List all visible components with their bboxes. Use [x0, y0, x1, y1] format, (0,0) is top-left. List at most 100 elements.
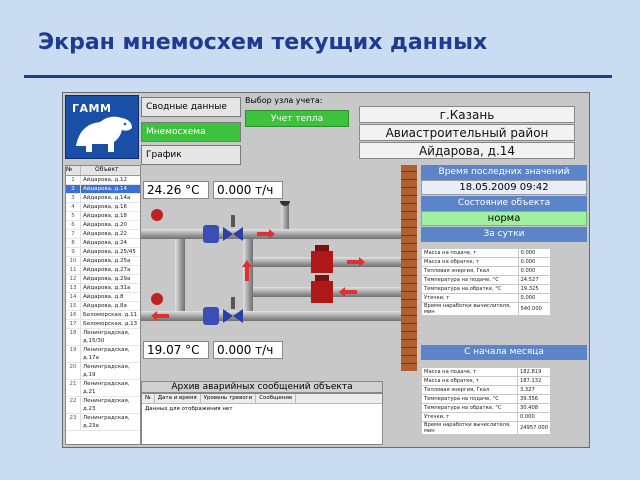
object-list-item[interactable]: 11 Айдарова, д.27а: [66, 266, 140, 275]
object-col-number: №: [66, 166, 81, 175]
value-label: Масса на обратке, т: [421, 257, 519, 267]
object-name: Айдарова, д.8: [83, 294, 124, 300]
nav-mnemonic-button[interactable]: Мнемосхема: [141, 122, 241, 142]
node-heat-button[interactable]: Учет тепла: [245, 110, 349, 127]
object-name: Айдарова, д.22: [83, 231, 128, 237]
object-number: 19: [66, 346, 81, 362]
bypass-pipe: [175, 239, 185, 311]
value-row: Утечки, т 0.000: [421, 412, 552, 422]
object-list[interactable]: № Объект 1 Айдарова, д.12 2 Айдарова, д.14 3…: [65, 165, 141, 445]
value-label: Температура на подаче, °C: [421, 394, 518, 404]
object-list-item[interactable]: 2 Айдарова, д.14: [66, 185, 140, 194]
archive-columns: № Дата и время Уровень тревоги Сообщение: [142, 394, 382, 404]
last-values-header: Время последних значений: [421, 165, 587, 180]
supply-temp-readout: 24.26 °C: [143, 181, 209, 199]
value-number: 187.132: [516, 376, 552, 386]
value-row: Тепловая энергия, Гкал 0.000: [421, 266, 551, 276]
per-month-header: С начала месяца: [421, 345, 587, 360]
object-name: Ленинградская, д.15/30: [83, 330, 130, 344]
object-name: Айдарова, д.14: [83, 186, 128, 192]
object-number: 12: [66, 275, 81, 283]
nav-summary-button[interactable]: Сводные данные: [141, 97, 241, 117]
value-row: Тепловая энергия, Гкал 3.327: [421, 385, 552, 395]
object-number: 8: [66, 239, 81, 247]
object-list-item[interactable]: 3 Айдарова, д.14а: [66, 194, 140, 203]
object-number: 2: [66, 185, 81, 193]
return-pipe: [141, 311, 401, 321]
object-name: Айдарова, д.16: [83, 204, 128, 210]
object-list-item[interactable]: 13 Айдарова, д.31а: [66, 284, 140, 293]
return-temp-readout: 19.07 °C: [143, 341, 209, 359]
object-number: 15: [66, 302, 81, 310]
pump-icon: [311, 245, 333, 273]
object-name: Айдарова, д.14а: [83, 195, 131, 201]
archive-table[interactable]: № Дата и время Уровень тревоги Сообщение…: [141, 393, 383, 445]
object-list-item[interactable]: 4 Айдарова, д.16: [66, 203, 140, 212]
object-list-item[interactable]: 7 Айдарова, д.22: [66, 230, 140, 239]
object-number: 9: [66, 248, 81, 256]
object-name: Айдарова, д.27а: [83, 267, 131, 273]
object-name: Айдарова, д.12: [83, 177, 128, 183]
object-list-item[interactable]: 17 Беломорская, д.13: [66, 320, 140, 329]
value-label: Утечки, т: [421, 293, 519, 303]
per-month-table: Масса на подаче, т 182.819 Масса на обратк…: [421, 367, 552, 435]
object-name: Ленинградская, д.17а: [83, 347, 130, 361]
object-list-item[interactable]: 18 Ленинградская, д.15/30: [66, 329, 140, 346]
object-name: Айдарова, д.25а: [83, 258, 131, 264]
value-label: Время наработки вычислителя, мин: [421, 302, 519, 316]
value-number: 39.356: [516, 394, 552, 404]
nav-chart-button[interactable]: График: [141, 145, 241, 165]
value-row: Температура на подаче, °C 39.356: [421, 394, 552, 404]
supply-mass-readout: 0.000 т/ч: [213, 181, 283, 199]
per-month-table-wrap: Масса на подаче, т 182.819 Масса на обратк…: [421, 367, 552, 435]
object-list-item[interactable]: 1 Айдарова, д.12: [66, 176, 140, 185]
object-list-item[interactable]: 6 Айдарова, д.20: [66, 221, 140, 230]
object-list-rows: 1 Айдарова, д.12 2 Айдарова, д.14 3 Айдарова,…: [66, 176, 140, 431]
value-row: Масса на обратке, т 0.000: [421, 257, 551, 267]
value-row: Время наработки вычислителя, мин 24957.00…: [421, 421, 552, 435]
value-row: Температура на обратке, °C 19.325: [421, 284, 551, 294]
value-number: 540.000: [517, 302, 551, 316]
value-number: 0.000: [517, 266, 551, 276]
object-list-item[interactable]: 5 Айдарова, д.18: [66, 212, 140, 221]
value-number: 30.408: [516, 403, 552, 413]
object-list-item[interactable]: 23 Ленинградская, д.23а: [66, 414, 140, 431]
object-list-item[interactable]: 22 Ленинградская, д.23: [66, 397, 140, 414]
object-name: Айдарова, д.31а: [83, 285, 131, 291]
object-list-item[interactable]: 10 Айдарова, д.25а: [66, 257, 140, 266]
object-name: Ленинградская, д.23а: [83, 415, 130, 429]
value-number: 0.000: [517, 248, 551, 258]
value-row: Температура на подаче, °C 24.527: [421, 275, 551, 285]
value-number: 0.000: [517, 293, 551, 303]
object-list-item[interactable]: 21 Ленинградская, д.21: [66, 380, 140, 397]
object-list-item[interactable]: 12 Айдарова, д.29а: [66, 275, 140, 284]
object-list-header: № Объект: [66, 166, 140, 176]
object-list-item[interactable]: 8 Айдарова, д.24: [66, 239, 140, 248]
object-list-item[interactable]: 20 Ленинградская, д.19: [66, 363, 140, 380]
pipeline-diagram: [141, 201, 401, 325]
per-day-table-wrap: Масса на подаче, т 0.000 Масса на обратке,…: [421, 248, 551, 316]
value-row: Время наработки вычислителя, мин 540.000: [421, 302, 551, 316]
value-row: Температура на обратке, °C 30.408: [421, 403, 552, 413]
object-name: Айдарова, д.20: [83, 222, 128, 228]
title-divider: [24, 75, 612, 78]
object-number: 18: [66, 329, 81, 345]
value-label: Тепловая энергия, Гкал: [421, 266, 519, 276]
object-list-item[interactable]: 19 Ленинградская, д.17а: [66, 346, 140, 363]
object-list-item[interactable]: 14 Айдарова, д.8: [66, 293, 140, 302]
value-label: Масса на обратке, т: [421, 376, 518, 386]
object-list-item[interactable]: 15 Айдарова, д.8а: [66, 302, 140, 311]
value-row: Масса на подаче, т 0.000: [421, 248, 551, 258]
object-list-item[interactable]: 16 Беломорская, д.11: [66, 311, 140, 320]
object-number: 17: [66, 320, 81, 328]
value-number: 24.527: [517, 275, 551, 285]
object-list-item[interactable]: 9 Айдарова, д.25/45: [66, 248, 140, 257]
address-street: Айдарова, д.14: [359, 142, 575, 159]
object-name: Айдарова, д.25/45: [83, 249, 136, 255]
value-number: 0.000: [516, 412, 552, 422]
object-number: 7: [66, 230, 81, 238]
value-row: Масса на обратке, т 187.132: [421, 376, 552, 386]
per-day-header: За сутки: [421, 227, 587, 242]
per-day-table: Масса на подаче, т 0.000 Масса на обратке,…: [421, 248, 551, 316]
flowmeter-icon: [203, 307, 219, 325]
